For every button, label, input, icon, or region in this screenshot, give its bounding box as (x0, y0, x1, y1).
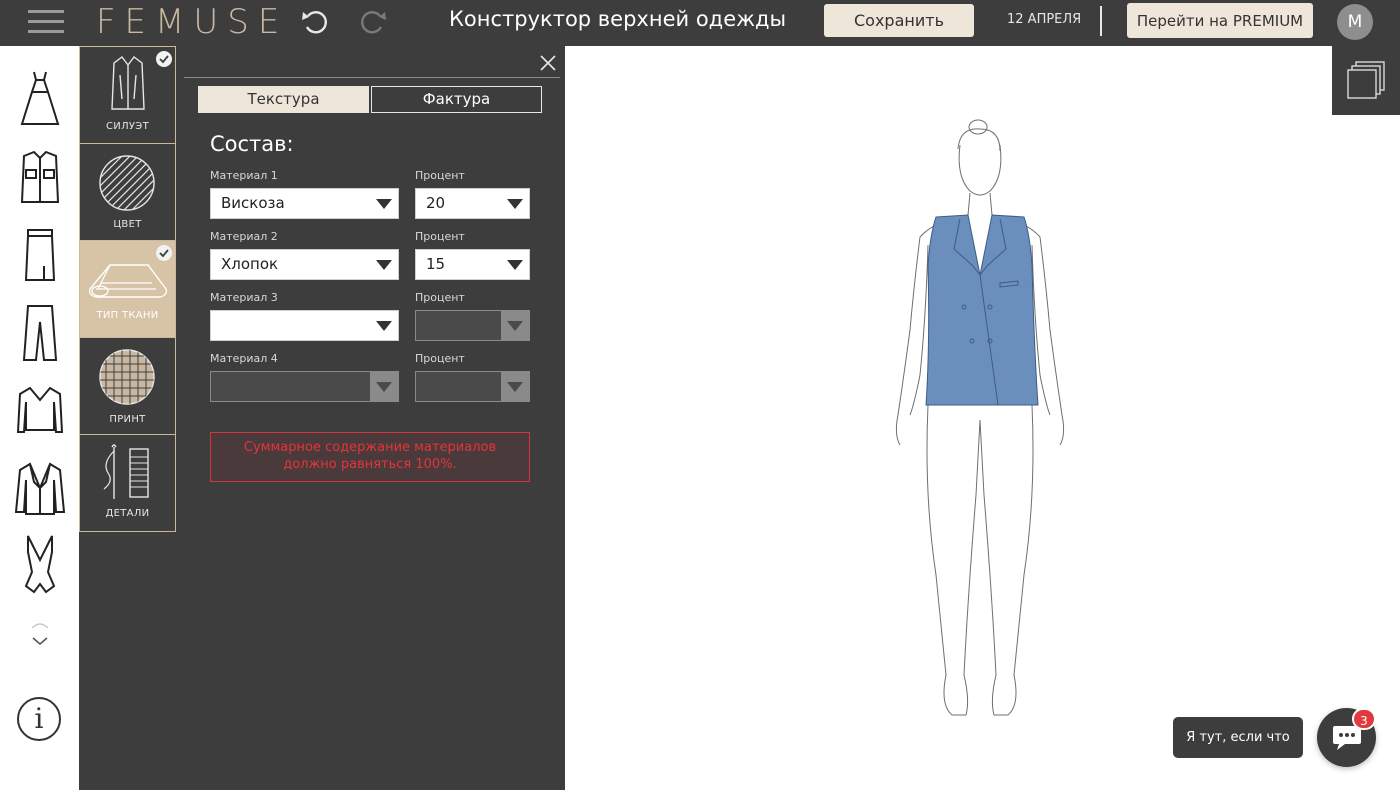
percent-4-select (415, 371, 530, 402)
fabric-panel: СИЛУЭТ ЦВЕТ ТИП ТКАНИ ПРИНТ ДЕТАЛИ Текст… (79, 46, 565, 790)
percent-label: Процент (415, 291, 465, 304)
layers-button[interactable] (1332, 46, 1400, 115)
page-title: Конструктор верхней одежды (449, 7, 787, 31)
composition-title: Состав: (210, 132, 294, 156)
undo-icon[interactable] (300, 7, 330, 37)
material-3-select[interactable] (210, 310, 399, 341)
jacket-icon[interactable] (14, 458, 66, 520)
garment-rail: i (0, 46, 79, 790)
percent-3-select (415, 310, 530, 341)
notification-badge: 3 (1352, 708, 1376, 730)
needle-thread-icon (103, 444, 149, 499)
chevron-down-icon (507, 260, 523, 270)
fabric-roll-icon (88, 264, 168, 298)
category-label: СИЛУЭТ (106, 121, 149, 132)
category-column: СИЛУЭТ ЦВЕТ ТИП ТКАНИ ПРИНТ ДЕТАЛИ (79, 46, 176, 532)
category-fabric-type[interactable]: ТИП ТКАНИ (80, 241, 175, 338)
chevron-down-icon (501, 311, 529, 340)
close-icon[interactable] (539, 54, 557, 72)
tab-texture[interactable]: Текстура (198, 86, 369, 113)
coat-icon (111, 56, 145, 110)
swimsuit-icon[interactable] (14, 532, 66, 594)
tab-facture[interactable]: Фактура (371, 86, 542, 113)
category-print[interactable]: ПРИНТ (80, 338, 175, 435)
category-label: ТИП ТКАНИ (96, 310, 159, 321)
chevron-down-icon (501, 372, 529, 401)
error-message: Суммарное содержание материалов должно р… (210, 432, 530, 482)
avatar[interactable]: M (1337, 4, 1373, 40)
redo-icon[interactable] (358, 7, 388, 37)
material-label: Материал 1 (210, 169, 278, 182)
select-value: Вискоза (221, 194, 285, 212)
mannequin-figure (895, 119, 1065, 716)
plaid-print-icon (99, 349, 155, 405)
dress-icon[interactable] (14, 68, 66, 130)
save-button[interactable]: Сохранить (824, 4, 974, 37)
date-label: 12 АПРЕЛЯ (1007, 12, 1082, 27)
material-4-select (210, 371, 399, 402)
category-label: ЦВЕТ (113, 219, 142, 230)
chevron-down-icon (376, 260, 392, 270)
material-label: Материал 4 (210, 352, 278, 365)
header-divider (1100, 6, 1102, 36)
color-swatch-icon (99, 155, 155, 211)
chevron-down-icon[interactable] (26, 618, 54, 648)
material-label: Материал 2 (210, 230, 278, 243)
sweater-icon[interactable] (14, 380, 66, 442)
chevron-down-icon (370, 372, 398, 401)
top-bar: FEMUSE Конструктор верхней одежды Сохран… (0, 0, 1400, 46)
chevron-down-icon (376, 199, 392, 209)
panel-divider (184, 77, 560, 78)
premium-button[interactable]: Перейти на PREMIUM (1127, 3, 1313, 38)
material-1-select[interactable]: Вискоза (210, 188, 399, 219)
percent-label: Процент (415, 352, 465, 365)
percent-label: Процент (415, 169, 465, 182)
percent-label: Процент (415, 230, 465, 243)
shirt-icon[interactable] (14, 148, 66, 210)
material-label: Материал 3 (210, 291, 278, 304)
percent-1-select[interactable]: 20 (415, 188, 530, 219)
trousers-icon[interactable] (14, 302, 66, 364)
category-silhouette[interactable]: СИЛУЭТ (80, 47, 175, 144)
chevron-down-icon (507, 199, 523, 209)
select-value: 20 (426, 194, 446, 212)
menu-icon[interactable] (28, 10, 64, 34)
percent-2-select[interactable]: 15 (415, 249, 530, 280)
select-value: Хлопок (221, 255, 279, 273)
category-label: ПРИНТ (109, 414, 146, 425)
error-line: Суммарное содержание материалов (243, 440, 497, 455)
category-label: ДЕТАЛИ (105, 508, 150, 519)
info-button[interactable]: i (17, 697, 61, 741)
material-2-select[interactable]: Хлопок (210, 249, 399, 280)
check-icon (156, 245, 172, 261)
select-value: 15 (426, 255, 446, 273)
logo: FEMUSE (96, 2, 289, 42)
chat-tooltip: Я тут, если что (1173, 717, 1303, 758)
category-color[interactable]: ЦВЕТ (80, 144, 175, 241)
skirt-icon[interactable] (14, 224, 66, 286)
chevron-down-icon (376, 321, 392, 331)
layers-icon (1347, 61, 1385, 99)
check-icon (156, 51, 172, 67)
error-line: должно равняться 100%. (283, 457, 457, 472)
category-details[interactable]: ДЕТАЛИ (80, 435, 175, 532)
